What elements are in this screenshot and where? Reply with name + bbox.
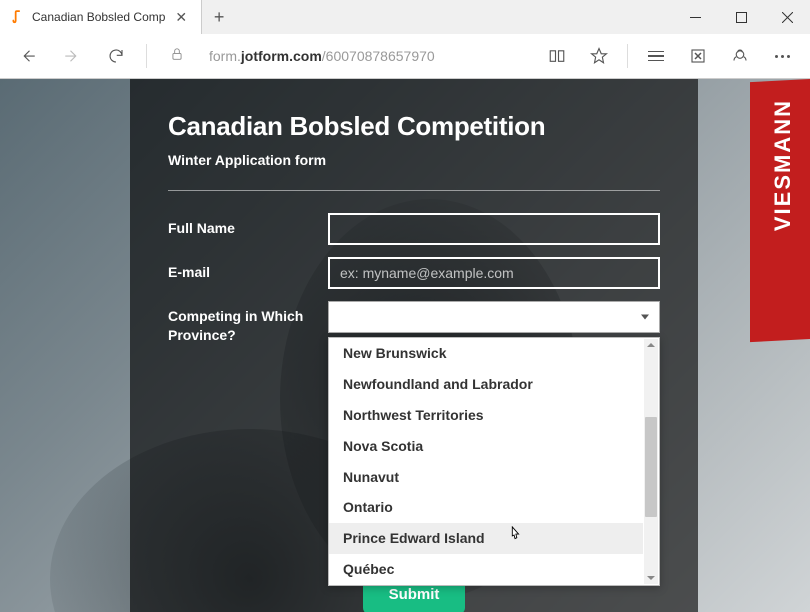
- form-row-province: Competing in Which Province? New Brunswi…: [168, 301, 660, 345]
- form-card: Canadian Bobsled Competition Winter Appl…: [130, 79, 698, 612]
- lock-icon: [170, 47, 184, 66]
- more-icon[interactable]: [762, 36, 802, 76]
- toolbar-separator: [146, 44, 147, 68]
- page-content: VIESMANN Canadian Bobsled Competition Wi…: [0, 79, 810, 612]
- province-option[interactable]: Nova Scotia: [329, 431, 643, 462]
- form-divider: [168, 190, 660, 191]
- scroll-down-icon[interactable]: [647, 576, 655, 580]
- back-button[interactable]: [8, 36, 48, 76]
- email-input[interactable]: [328, 257, 660, 289]
- form-row-full-name: Full Name: [168, 213, 660, 245]
- toolbar: form.jotform.com/60070878657970: [0, 34, 810, 78]
- province-option[interactable]: Newfoundland and Labrador: [329, 369, 643, 400]
- full-name-input[interactable]: [328, 213, 660, 245]
- province-option[interactable]: Québec: [329, 554, 643, 585]
- site-info-button[interactable]: [157, 36, 197, 76]
- close-window-button[interactable]: [764, 0, 810, 34]
- reading-view-icon[interactable]: [537, 36, 577, 76]
- form-row-email: E-mail: [168, 257, 660, 289]
- favorite-icon[interactable]: [579, 36, 619, 76]
- province-label: Competing in Which Province?: [168, 301, 328, 345]
- full-name-label: Full Name: [168, 213, 328, 238]
- tab-title: Canadian Bobsled Comp: [32, 10, 165, 24]
- province-option[interactable]: New Brunswick: [329, 338, 643, 369]
- tab-close-icon[interactable]: ✕: [171, 9, 191, 26]
- email-label: E-mail: [168, 257, 328, 282]
- scroll-thumb[interactable]: [645, 417, 657, 517]
- share-icon[interactable]: [720, 36, 760, 76]
- maximize-button[interactable]: [718, 0, 764, 34]
- toolbar-separator-2: [627, 44, 628, 68]
- form-title: Canadian Bobsled Competition: [168, 111, 660, 142]
- form-subtitle: Winter Application form: [168, 152, 660, 168]
- url-text: form.jotform.com/60070878657970: [209, 48, 435, 64]
- province-option[interactable]: Prince Edward Island: [329, 523, 643, 554]
- new-tab-button[interactable]: +: [202, 0, 236, 34]
- province-option[interactable]: Nunavut: [329, 462, 643, 493]
- refresh-button[interactable]: [96, 36, 136, 76]
- tab-bar: Canadian Bobsled Comp ✕ +: [0, 0, 810, 34]
- window-controls: [672, 0, 810, 34]
- cursor-pointer-icon: [507, 526, 523, 549]
- dropdown-scrollbar[interactable]: [644, 339, 658, 584]
- chevron-down-icon: [641, 315, 649, 320]
- minimize-button[interactable]: [672, 0, 718, 34]
- address-bar[interactable]: form.jotform.com/60070878657970: [201, 40, 533, 72]
- scroll-up-icon[interactable]: [647, 343, 655, 347]
- province-dropdown: New BrunswickNewfoundland and LabradorNo…: [328, 337, 660, 586]
- forward-button[interactable]: [52, 36, 92, 76]
- province-option[interactable]: Northwest Territories: [329, 400, 643, 431]
- browser-tab[interactable]: Canadian Bobsled Comp ✕: [0, 0, 202, 34]
- bg-banner-text: VIESMANN: [770, 99, 796, 231]
- browser-chrome: Canadian Bobsled Comp ✕ +: [0, 0, 810, 79]
- province-select[interactable]: [328, 301, 660, 333]
- jotform-favicon-icon: [10, 9, 26, 25]
- notes-icon[interactable]: [678, 36, 718, 76]
- province-option[interactable]: Ontario: [329, 492, 643, 523]
- hub-icon[interactable]: [636, 36, 676, 76]
- toolbar-right: [537, 36, 802, 76]
